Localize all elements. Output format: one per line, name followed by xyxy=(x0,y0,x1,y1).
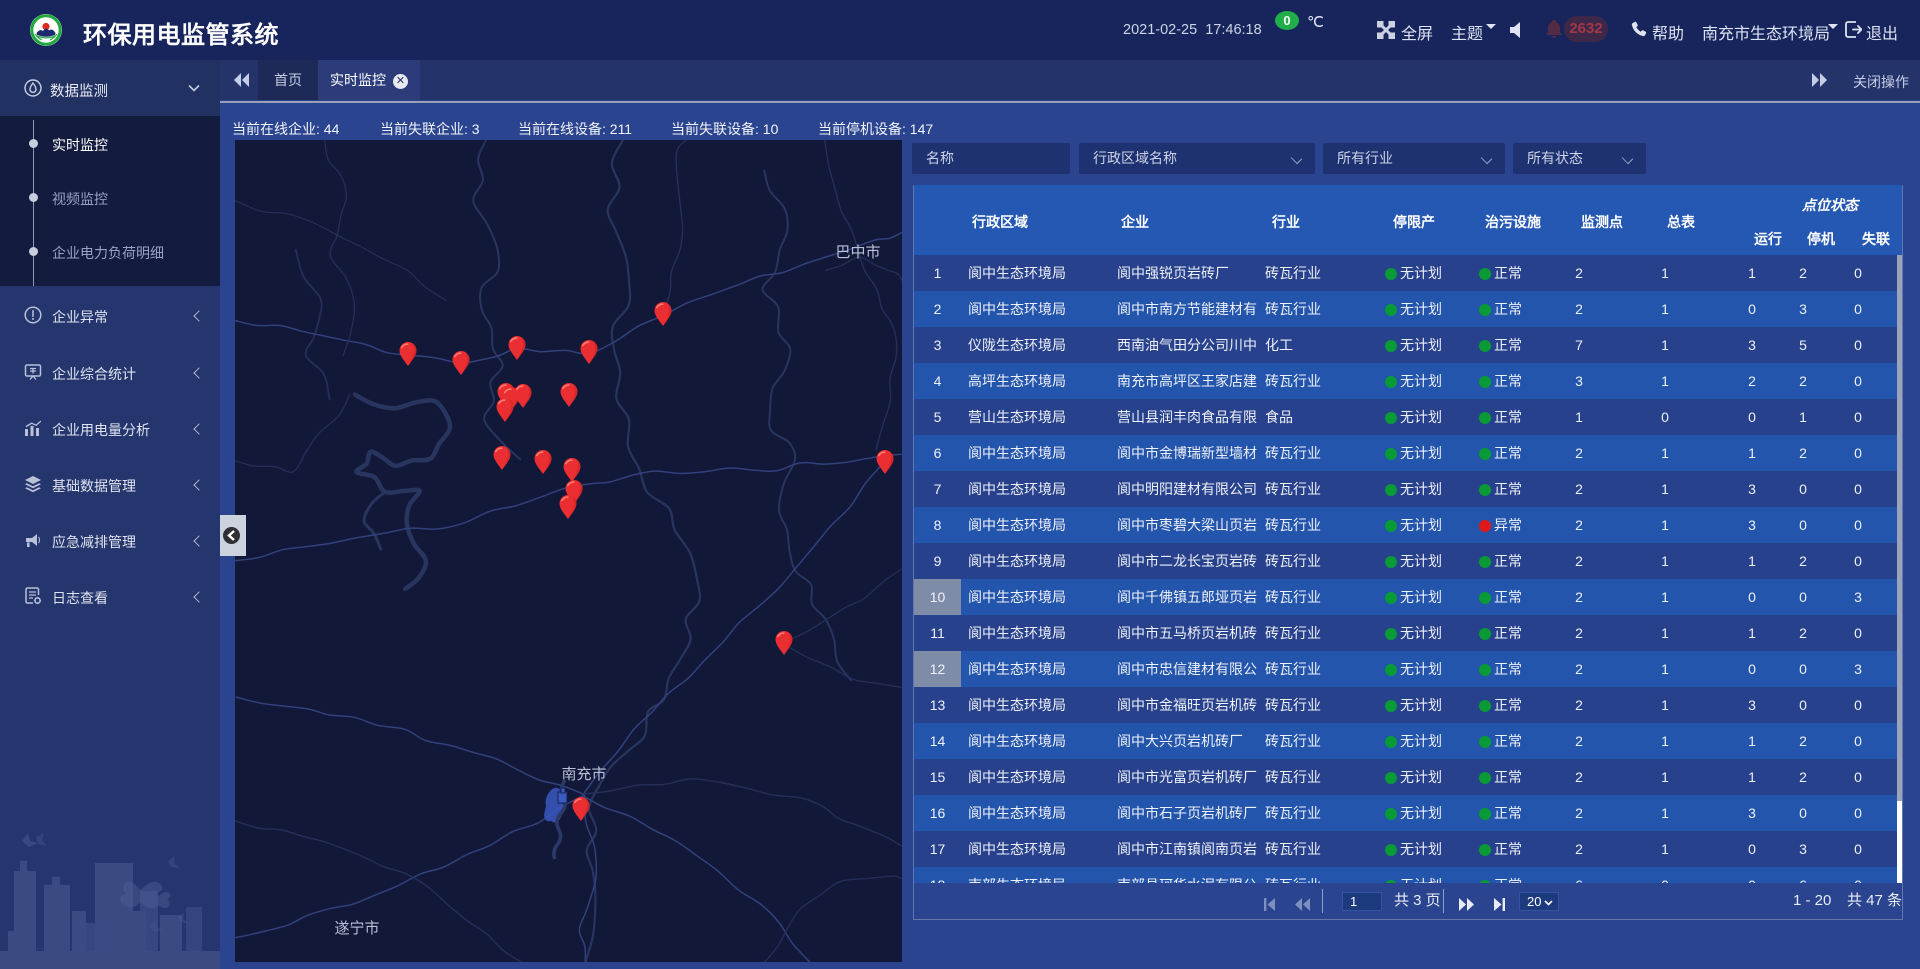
svg-text:遂宁市: 遂宁市 xyxy=(334,920,379,937)
svg-text:南充市: 南充市 xyxy=(561,766,606,783)
svg-text:巴中市: 巴中市 xyxy=(835,244,880,261)
